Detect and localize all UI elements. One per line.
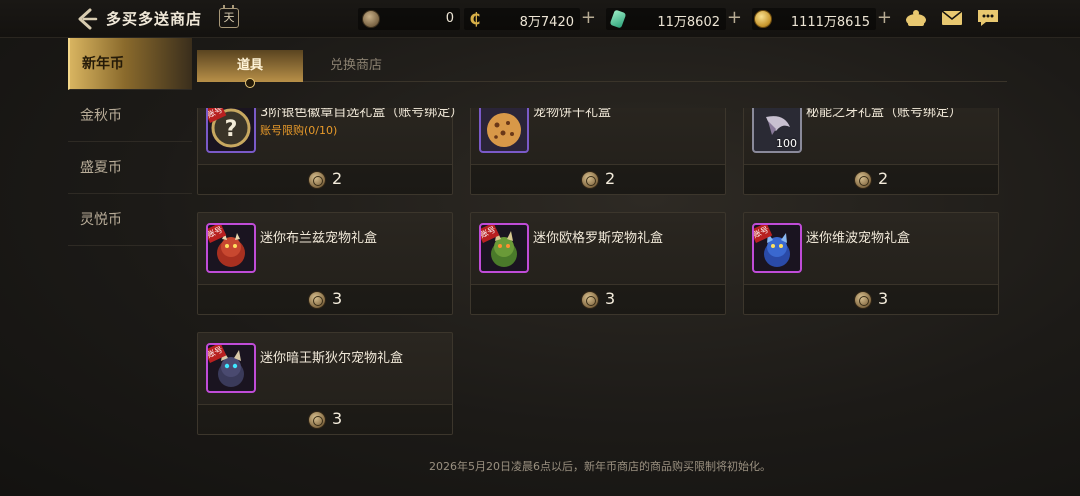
resource-c-coin: ₵ 8万7420 +: [464, 7, 596, 30]
resource-value: 11万8602: [657, 15, 720, 30]
price-row: 2: [744, 164, 998, 194]
new-year-coin-icon: [854, 171, 872, 189]
price-row: 2: [471, 164, 725, 194]
shop-item-card[interactable]: 账号 迷你暗王斯狄尔宠物礼盒 3: [197, 332, 453, 435]
shop-item-card[interactable]: 账号 迷你布兰兹宠物礼盒 3: [197, 212, 453, 315]
shop-item-card[interactable]: 100 秘能之牙礼盒（账号绑定） 2: [743, 108, 999, 195]
item-name: 迷你布兰兹宠物礼盒: [260, 231, 378, 246]
resource-gem: 11万8602 +: [606, 7, 742, 30]
c-coin-icon: ₵: [469, 9, 481, 28]
green-pet-icon: 账号: [479, 223, 529, 273]
resource-gold: 1111万8615 +: [752, 7, 892, 30]
item-price: 2: [878, 169, 889, 188]
tab-label: 道具: [236, 58, 263, 73]
calendar-icon[interactable]: 天: [219, 5, 239, 28]
item-price: 3: [332, 409, 343, 428]
cookie-icon: [479, 108, 529, 153]
bronze-coin-icon: [362, 10, 380, 28]
question-badge-icon: ? 账号: [206, 108, 256, 153]
reset-notice: 2026年5月20日凌晨6点以后，新年币商店的商品购买限制将初始化。: [429, 460, 771, 473]
shop-item-card[interactable]: 宠物饼干礼盒 2: [470, 108, 726, 195]
resource-bronze: 0: [358, 8, 460, 30]
resource-value: 8万7420: [519, 15, 574, 30]
new-year-coin-icon: [308, 171, 326, 189]
price-row: 3: [744, 284, 998, 314]
bag-icon[interactable]: [904, 8, 928, 28]
price-row: 3: [198, 404, 452, 434]
resource-value: 0: [445, 11, 454, 26]
top-bar: 多买多送商店 天 0 ₵ 8万7420 + 11万8602 + 1111万861…: [0, 0, 1080, 38]
resource-value: 1111万8615: [790, 15, 870, 30]
red-pet-icon: 账号: [206, 223, 256, 273]
new-year-coin-icon: [581, 171, 599, 189]
item-price: 3: [605, 289, 616, 308]
item-price: 2: [332, 169, 343, 188]
sidebar-item-summer-coin[interactable]: 盛夏币: [68, 142, 192, 194]
svg-text:?: ?: [225, 117, 238, 142]
add-gem-button[interactable]: +: [727, 7, 742, 28]
item-name: 迷你欧格罗斯宠物礼盒: [533, 231, 664, 246]
item-purchase-limit: 账号限购(0/10): [260, 124, 338, 137]
active-tab-indicator: [245, 78, 255, 88]
price-row: 3: [471, 284, 725, 314]
item-name: 宠物饼干礼盒: [533, 108, 612, 120]
item-quantity: 100: [776, 137, 797, 150]
new-year-coin-icon: [308, 291, 326, 309]
sidebar-item-new-year-coin[interactable]: 新年币: [68, 38, 192, 90]
item-name: 迷你维波宠物礼盒: [806, 231, 911, 246]
item-name: 迷你暗王斯狄尔宠物礼盒: [260, 351, 404, 366]
tab-items[interactable]: 道具: [197, 50, 303, 88]
chat-icon[interactable]: [976, 8, 1000, 28]
dark-pet-icon: 账号: [206, 343, 256, 393]
currency-sidebar: 新年币 金秋币 盛夏币 灵悦币: [68, 38, 192, 246]
shop-tabs: 道具 兑换商店: [197, 50, 1007, 88]
new-year-coin-icon: [854, 291, 872, 309]
gold-coin-icon: [754, 10, 772, 28]
item-name: 秘能之牙礼盒（账号绑定）: [806, 108, 963, 120]
sidebar-item-lingyue-coin[interactable]: 灵悦币: [68, 194, 192, 246]
shop-item-card[interactable]: ? 账号 3阶银色徽章自选礼盒（账号绑定） 账号限购(0/10) 2: [197, 108, 463, 195]
shop-item-card[interactable]: 账号 迷你欧格罗斯宠物礼盒 3: [470, 212, 726, 315]
item-price: 2: [605, 169, 616, 188]
price-row: 2: [198, 164, 452, 194]
item-name: 3阶银色徽章自选礼盒（账号绑定）: [260, 108, 464, 120]
shop-item-card[interactable]: 账号 迷你维波宠物礼盒 3: [743, 212, 999, 315]
price-row: 3: [198, 284, 452, 314]
fang-icon: 100: [752, 108, 802, 153]
add-c-coin-button[interactable]: +: [581, 7, 596, 28]
sidebar-item-autumn-coin[interactable]: 金秋币: [68, 90, 192, 142]
mail-icon[interactable]: [940, 8, 964, 28]
item-price: 3: [878, 289, 889, 308]
back-arrow-icon[interactable]: [74, 6, 100, 32]
page-title: 多买多送商店: [106, 10, 203, 28]
green-gem-icon: [609, 9, 627, 29]
item-grid: ? 账号 3阶银色徽章自选礼盒（账号绑定） 账号限购(0/10) 2 宠物饼干礼…: [197, 108, 1003, 438]
blue-pet-icon: 账号: [752, 223, 802, 273]
tab-exchange-shop[interactable]: 兑换商店: [303, 50, 409, 82]
new-year-coin-icon: [308, 411, 326, 429]
new-year-coin-icon: [581, 291, 599, 309]
add-gold-button[interactable]: +: [877, 7, 892, 28]
item-price: 3: [332, 289, 343, 308]
